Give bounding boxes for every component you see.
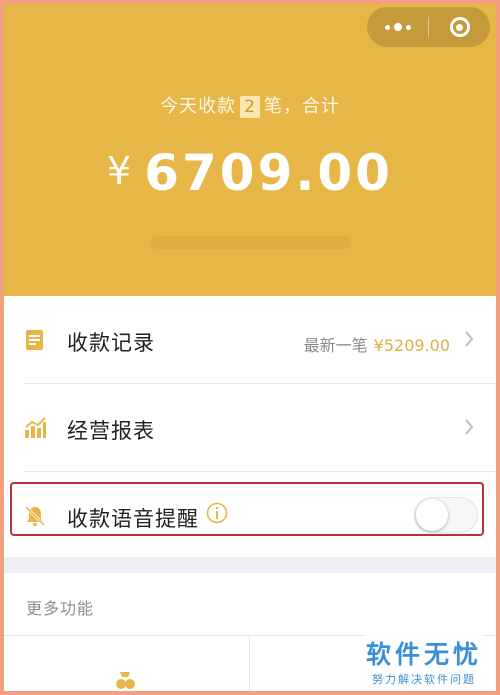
more-button[interactable] <box>367 7 428 47</box>
document-icon <box>26 330 43 350</box>
grid-divider <box>249 635 250 691</box>
watermark-title: 软件无忧 <box>363 635 484 671</box>
people-icon[interactable] <box>114 670 136 690</box>
info-icon[interactable] <box>206 502 228 524</box>
screen: 今天收款2笔，合计 ¥6709.00 收款记录 最新一笔 ¥5209.00 <box>4 4 496 691</box>
total-amount-value: 6709.00 <box>144 144 393 202</box>
voice-reminder-toggle[interactable] <box>414 497 478 533</box>
more-features-title: 更多功能 <box>26 599 95 618</box>
total-amount: ¥6709.00 <box>4 144 496 202</box>
menu-item-voice-reminder: 收款语音提醒 <box>4 472 496 558</box>
miniprogram-capsule <box>367 7 490 47</box>
bell-off-icon <box>24 505 46 527</box>
menu-list: 收款记录 最新一笔 ¥5209.00 经营报表 收款语音提醒 <box>4 296 496 557</box>
watermark: 软件无忧 努力解决软件问题 <box>363 635 484 687</box>
chevron-right-icon <box>465 419 474 435</box>
latest-payment-amount: ¥5209.00 <box>373 336 450 355</box>
menu-item-label: 收款语音提醒 <box>67 507 199 531</box>
summary-prefix: 今天收款 <box>160 96 237 117</box>
miniprogram-close-icon <box>449 17 470 37</box>
close-button[interactable] <box>429 7 490 47</box>
more-dots-icon <box>384 23 411 31</box>
loading-placeholder-bar <box>151 236 351 249</box>
latest-payment: 最新一笔 ¥5209.00 <box>304 332 450 356</box>
menu-item-label: 经营报表 <box>67 419 155 443</box>
bar-chart-icon <box>25 417 46 438</box>
watermark-subtitle: 努力解决软件问题 <box>371 673 476 686</box>
transaction-count-badge: 2 <box>240 96 260 118</box>
header-panel: 今天收款 2 笔，合计 ¥6709.00 <box>4 4 496 296</box>
toggle-knob <box>416 499 448 531</box>
currency-symbol: ¥ <box>107 149 135 193</box>
menu-item-payment-records[interactable]: 收款记录 最新一笔 ¥5209.00 <box>4 296 496 382</box>
chevron-right-icon <box>465 331 474 347</box>
menu-item-label: 收款记录 <box>67 331 155 355</box>
today-summary: 今天收款 2 笔，合计 <box>4 92 496 118</box>
summary-suffix: 笔，合计 <box>263 96 340 117</box>
menu-item-business-report[interactable]: 经营报表 <box>4 384 496 470</box>
latest-payment-label: 最新一笔 <box>303 336 368 355</box>
